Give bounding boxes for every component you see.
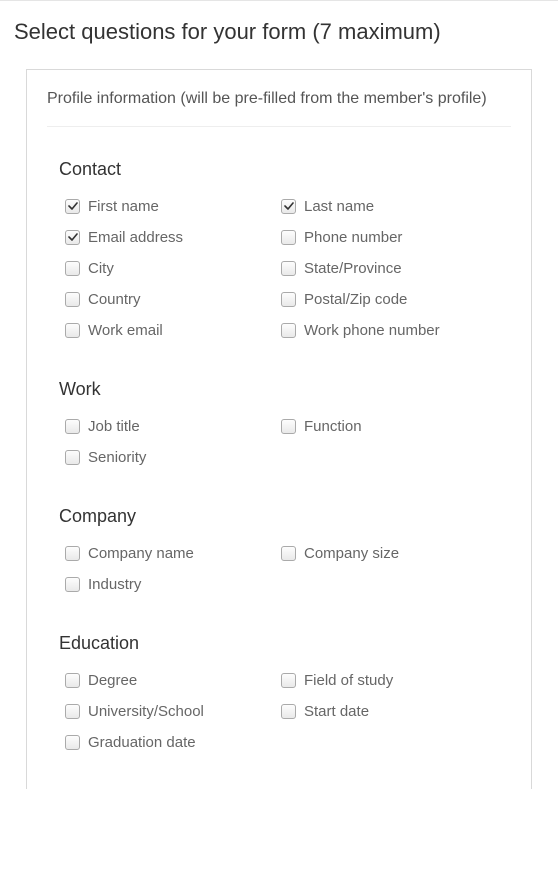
checkbox[interactable] <box>65 546 80 561</box>
checkbox[interactable] <box>281 673 296 688</box>
section-title: Work <box>59 379 499 400</box>
checkbox[interactable] <box>65 199 80 214</box>
option-label[interactable]: Field of study <box>304 672 393 689</box>
checkbox[interactable] <box>281 230 296 245</box>
option-company-name[interactable]: Company name <box>59 545 279 562</box>
option-label[interactable]: Country <box>88 291 141 308</box>
option-label[interactable]: Work email <box>88 322 163 339</box>
checkbox[interactable] <box>281 292 296 307</box>
option-job-title[interactable]: Job title <box>59 418 279 435</box>
option-label[interactable]: Postal/Zip code <box>304 291 407 308</box>
checkbox[interactable] <box>65 577 80 592</box>
options-grid: Job title Function Seniority <box>59 418 499 480</box>
option-label[interactable]: Seniority <box>88 449 146 466</box>
options-grid: First name Last name Email address Phone nu… <box>59 198 499 353</box>
section-company: Company Company name Company size Industry <box>47 484 511 611</box>
checkbox[interactable] <box>65 261 80 276</box>
option-degree[interactable]: Degree <box>59 672 279 689</box>
option-work-email[interactable]: Work email <box>59 322 279 339</box>
checkbox[interactable] <box>65 230 80 245</box>
checkbox[interactable] <box>65 735 80 750</box>
option-phone-number[interactable]: Phone number <box>279 229 499 246</box>
checkbox[interactable] <box>281 419 296 434</box>
option-label[interactable]: City <box>88 260 114 277</box>
checkbox[interactable] <box>65 673 80 688</box>
option-work-phone-number[interactable]: Work phone number <box>279 322 499 339</box>
checkbox[interactable] <box>281 199 296 214</box>
option-label[interactable]: Start date <box>304 703 369 720</box>
option-label[interactable]: First name <box>88 198 159 215</box>
checkbox[interactable] <box>65 450 80 465</box>
checkbox[interactable] <box>281 261 296 276</box>
checkbox[interactable] <box>281 323 296 338</box>
option-university-school[interactable]: University/School <box>59 703 279 720</box>
section-title: Contact <box>59 159 499 180</box>
option-label[interactable]: Degree <box>88 672 137 689</box>
section-title: Company <box>59 506 499 527</box>
option-country[interactable]: Country <box>59 291 279 308</box>
option-function[interactable]: Function <box>279 418 499 435</box>
page-title: Select questions for your form (7 maximu… <box>0 0 558 63</box>
checkbox[interactable] <box>281 704 296 719</box>
option-city[interactable]: City <box>59 260 279 277</box>
option-last-name[interactable]: Last name <box>279 198 499 215</box>
option-label[interactable]: Work phone number <box>304 322 440 339</box>
checkbox[interactable] <box>65 323 80 338</box>
option-label[interactable]: State/Province <box>304 260 402 277</box>
section-education: Education Degree Field of study University/… <box>47 611 511 769</box>
option-label[interactable]: Function <box>304 418 362 435</box>
option-label[interactable]: University/School <box>88 703 204 720</box>
options-grid: Degree Field of study University/School Sta… <box>59 672 499 765</box>
option-seniority[interactable]: Seniority <box>59 449 279 466</box>
option-label[interactable]: Phone number <box>304 229 402 246</box>
option-email-address[interactable]: Email address <box>59 229 279 246</box>
checkbox[interactable] <box>65 292 80 307</box>
option-first-name[interactable]: First name <box>59 198 279 215</box>
option-field-of-study[interactable]: Field of study <box>279 672 499 689</box>
option-company-size[interactable]: Company size <box>279 545 499 562</box>
option-label[interactable]: Last name <box>304 198 374 215</box>
option-label[interactable]: Company name <box>88 545 194 562</box>
option-label[interactable]: Company size <box>304 545 399 562</box>
option-label[interactable]: Email address <box>88 229 183 246</box>
options-grid: Company name Company size Industry <box>59 545 499 607</box>
card-description: Profile information (will be pre-filled … <box>47 88 511 127</box>
option-industry[interactable]: Industry <box>59 576 279 593</box>
option-label[interactable]: Industry <box>88 576 141 593</box>
option-start-date[interactable]: Start date <box>279 703 499 720</box>
checkbox[interactable] <box>65 419 80 434</box>
section-title: Education <box>59 633 499 654</box>
option-label[interactable]: Graduation date <box>88 734 196 751</box>
section-contact: Contact First name Last name Email address P… <box>47 137 511 357</box>
form-questions-card: Profile information (will be pre-filled … <box>26 69 532 789</box>
option-state-province[interactable]: State/Province <box>279 260 499 277</box>
option-graduation-date[interactable]: Graduation date <box>59 734 279 751</box>
sections-container: Contact First name Last name Email address P… <box>47 137 511 769</box>
checkbox[interactable] <box>281 546 296 561</box>
checkbox[interactable] <box>65 704 80 719</box>
section-work: Work Job title Function Seniority <box>47 357 511 484</box>
option-label[interactable]: Job title <box>88 418 140 435</box>
option-postal-zip-code[interactable]: Postal/Zip code <box>279 291 499 308</box>
